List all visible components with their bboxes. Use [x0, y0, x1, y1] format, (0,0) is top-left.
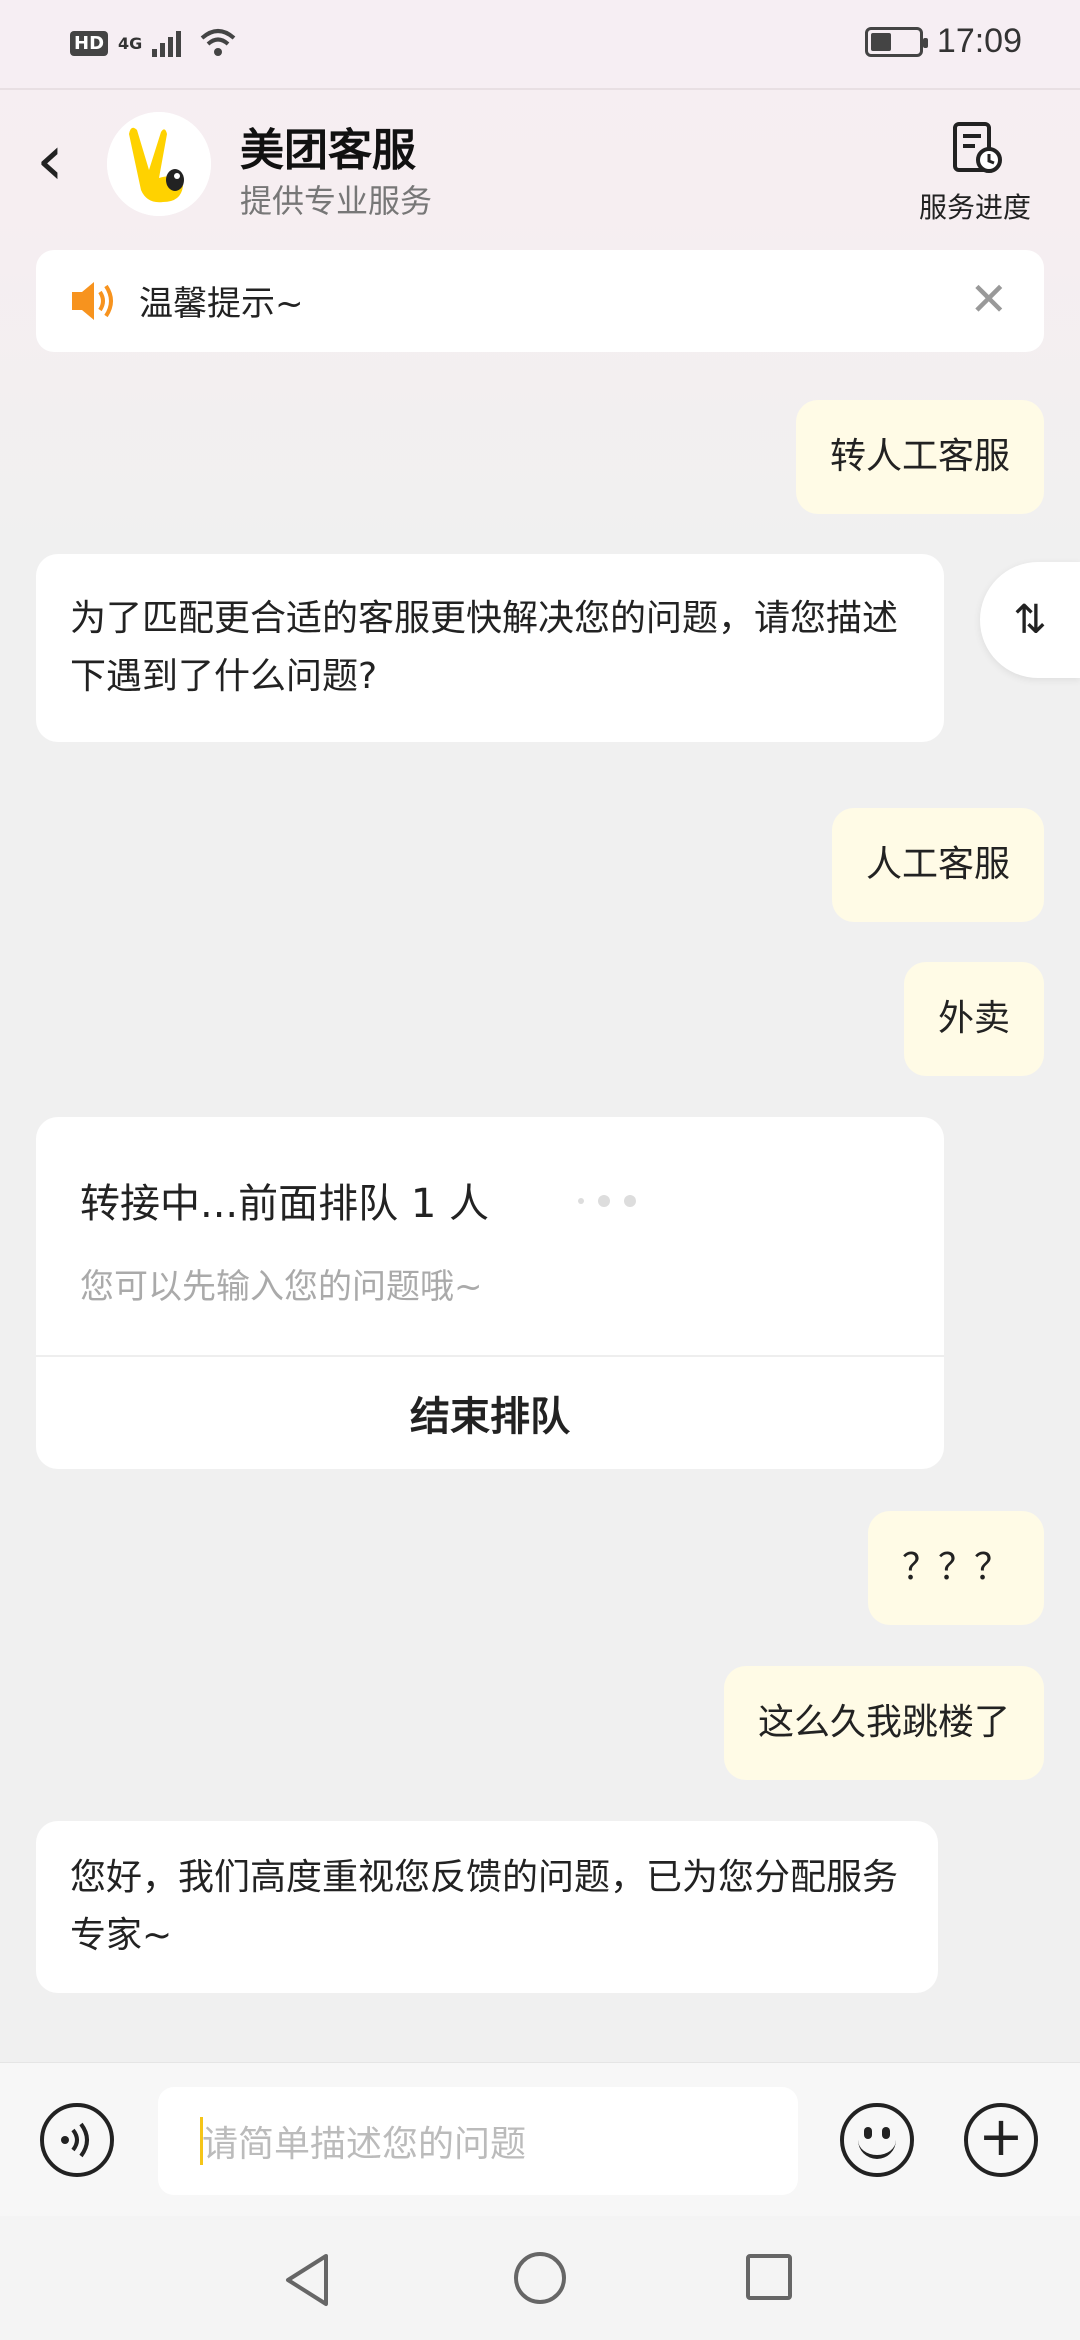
message-bubble-user: ？？？	[867, 1511, 1044, 1625]
back-button[interactable]: ‹	[36, 125, 76, 200]
loading-dots-icon	[578, 1195, 636, 1207]
notice-banner[interactable]: 温馨提示~ ✕	[36, 250, 1044, 352]
nav-recents-icon[interactable]	[746, 2254, 792, 2300]
queue-hint: 您可以先输入您的问题哦~	[80, 1267, 483, 1307]
service-progress-button[interactable]: 服务进度	[910, 120, 1040, 226]
message-text: 人工客服	[865, 844, 1010, 885]
nav-back-icon[interactable]	[282, 2252, 332, 2308]
close-icon[interactable]: ✕	[969, 272, 1008, 326]
emoji-icon[interactable]	[840, 2103, 914, 2177]
document-clock-icon	[953, 122, 1002, 173]
mascot-icon	[107, 112, 211, 216]
page-subtitle: 提供专业服务	[240, 182, 433, 220]
plus-icon[interactable]: +	[964, 2103, 1038, 2177]
queue-card: 转接中...前面排队 1 人 您可以先输入您的问题哦~ 结束排队	[36, 1117, 944, 1469]
nav-home-icon[interactable]	[514, 2252, 566, 2304]
message-text: 您好，我们高度重视您反馈的问题，已为您分配服务专家~	[70, 1857, 899, 1956]
input-placeholder: 请简单描述您的问题	[202, 2124, 527, 2165]
message-text: ？？？	[901, 1547, 1010, 1588]
chat-header: ‹ 美团客服 提供专业服务 服务进度	[0, 90, 1080, 240]
signal-icon	[152, 31, 182, 57]
message-bubble-user: 外卖	[903, 962, 1044, 1076]
queue-status: 转接中...前面排队 1 人	[80, 1181, 490, 1227]
message-bubble-bot: 您好，我们高度重视您反馈的问题，已为您分配服务专家~	[36, 1821, 938, 1993]
message-bubble-user: 人工客服	[831, 808, 1044, 922]
message-input[interactable]: 请简单描述您的问题	[158, 2087, 798, 2195]
hd-badge: HD	[70, 30, 109, 56]
message-text: 为了匹配更合适的客服更快解决您的问题，请您描述下遇到了什么问题?	[70, 598, 899, 697]
sound-wave-icon	[61, 2122, 89, 2158]
swap-icon[interactable]: ⇅	[980, 562, 1080, 678]
end-queue-button[interactable]: 结束排队	[36, 1357, 944, 1469]
message-bubble-bot: 为了匹配更合适的客服更快解决您的问题，请您描述下遇到了什么问题?	[36, 554, 944, 742]
notice-text: 温馨提示~	[139, 284, 304, 324]
clock: 17:09	[936, 22, 1022, 60]
input-bar: 请简单描述您的问题 +	[0, 2062, 1080, 2216]
message-text: 这么久我跳楼了	[757, 1702, 1010, 1743]
message-bubble-user: 这么久我跳楼了	[723, 1666, 1044, 1780]
system-nav-bar	[0, 2216, 1080, 2340]
message-text: 外卖	[937, 998, 1010, 1039]
wifi-icon	[200, 29, 236, 56]
status-bar: HD 4G 17:09	[0, 0, 1080, 90]
avatar[interactable]	[107, 112, 211, 216]
service-progress-label: 服务进度	[918, 191, 1031, 224]
message-text: 转人工客服	[829, 436, 1010, 477]
speaker-icon	[72, 282, 113, 320]
voice-icon[interactable]	[40, 2103, 114, 2177]
page-title: 美团客服	[240, 125, 416, 176]
network-label: 4G	[118, 33, 143, 53]
battery-icon	[864, 26, 928, 57]
message-bubble-user: 转人工客服	[795, 400, 1044, 514]
